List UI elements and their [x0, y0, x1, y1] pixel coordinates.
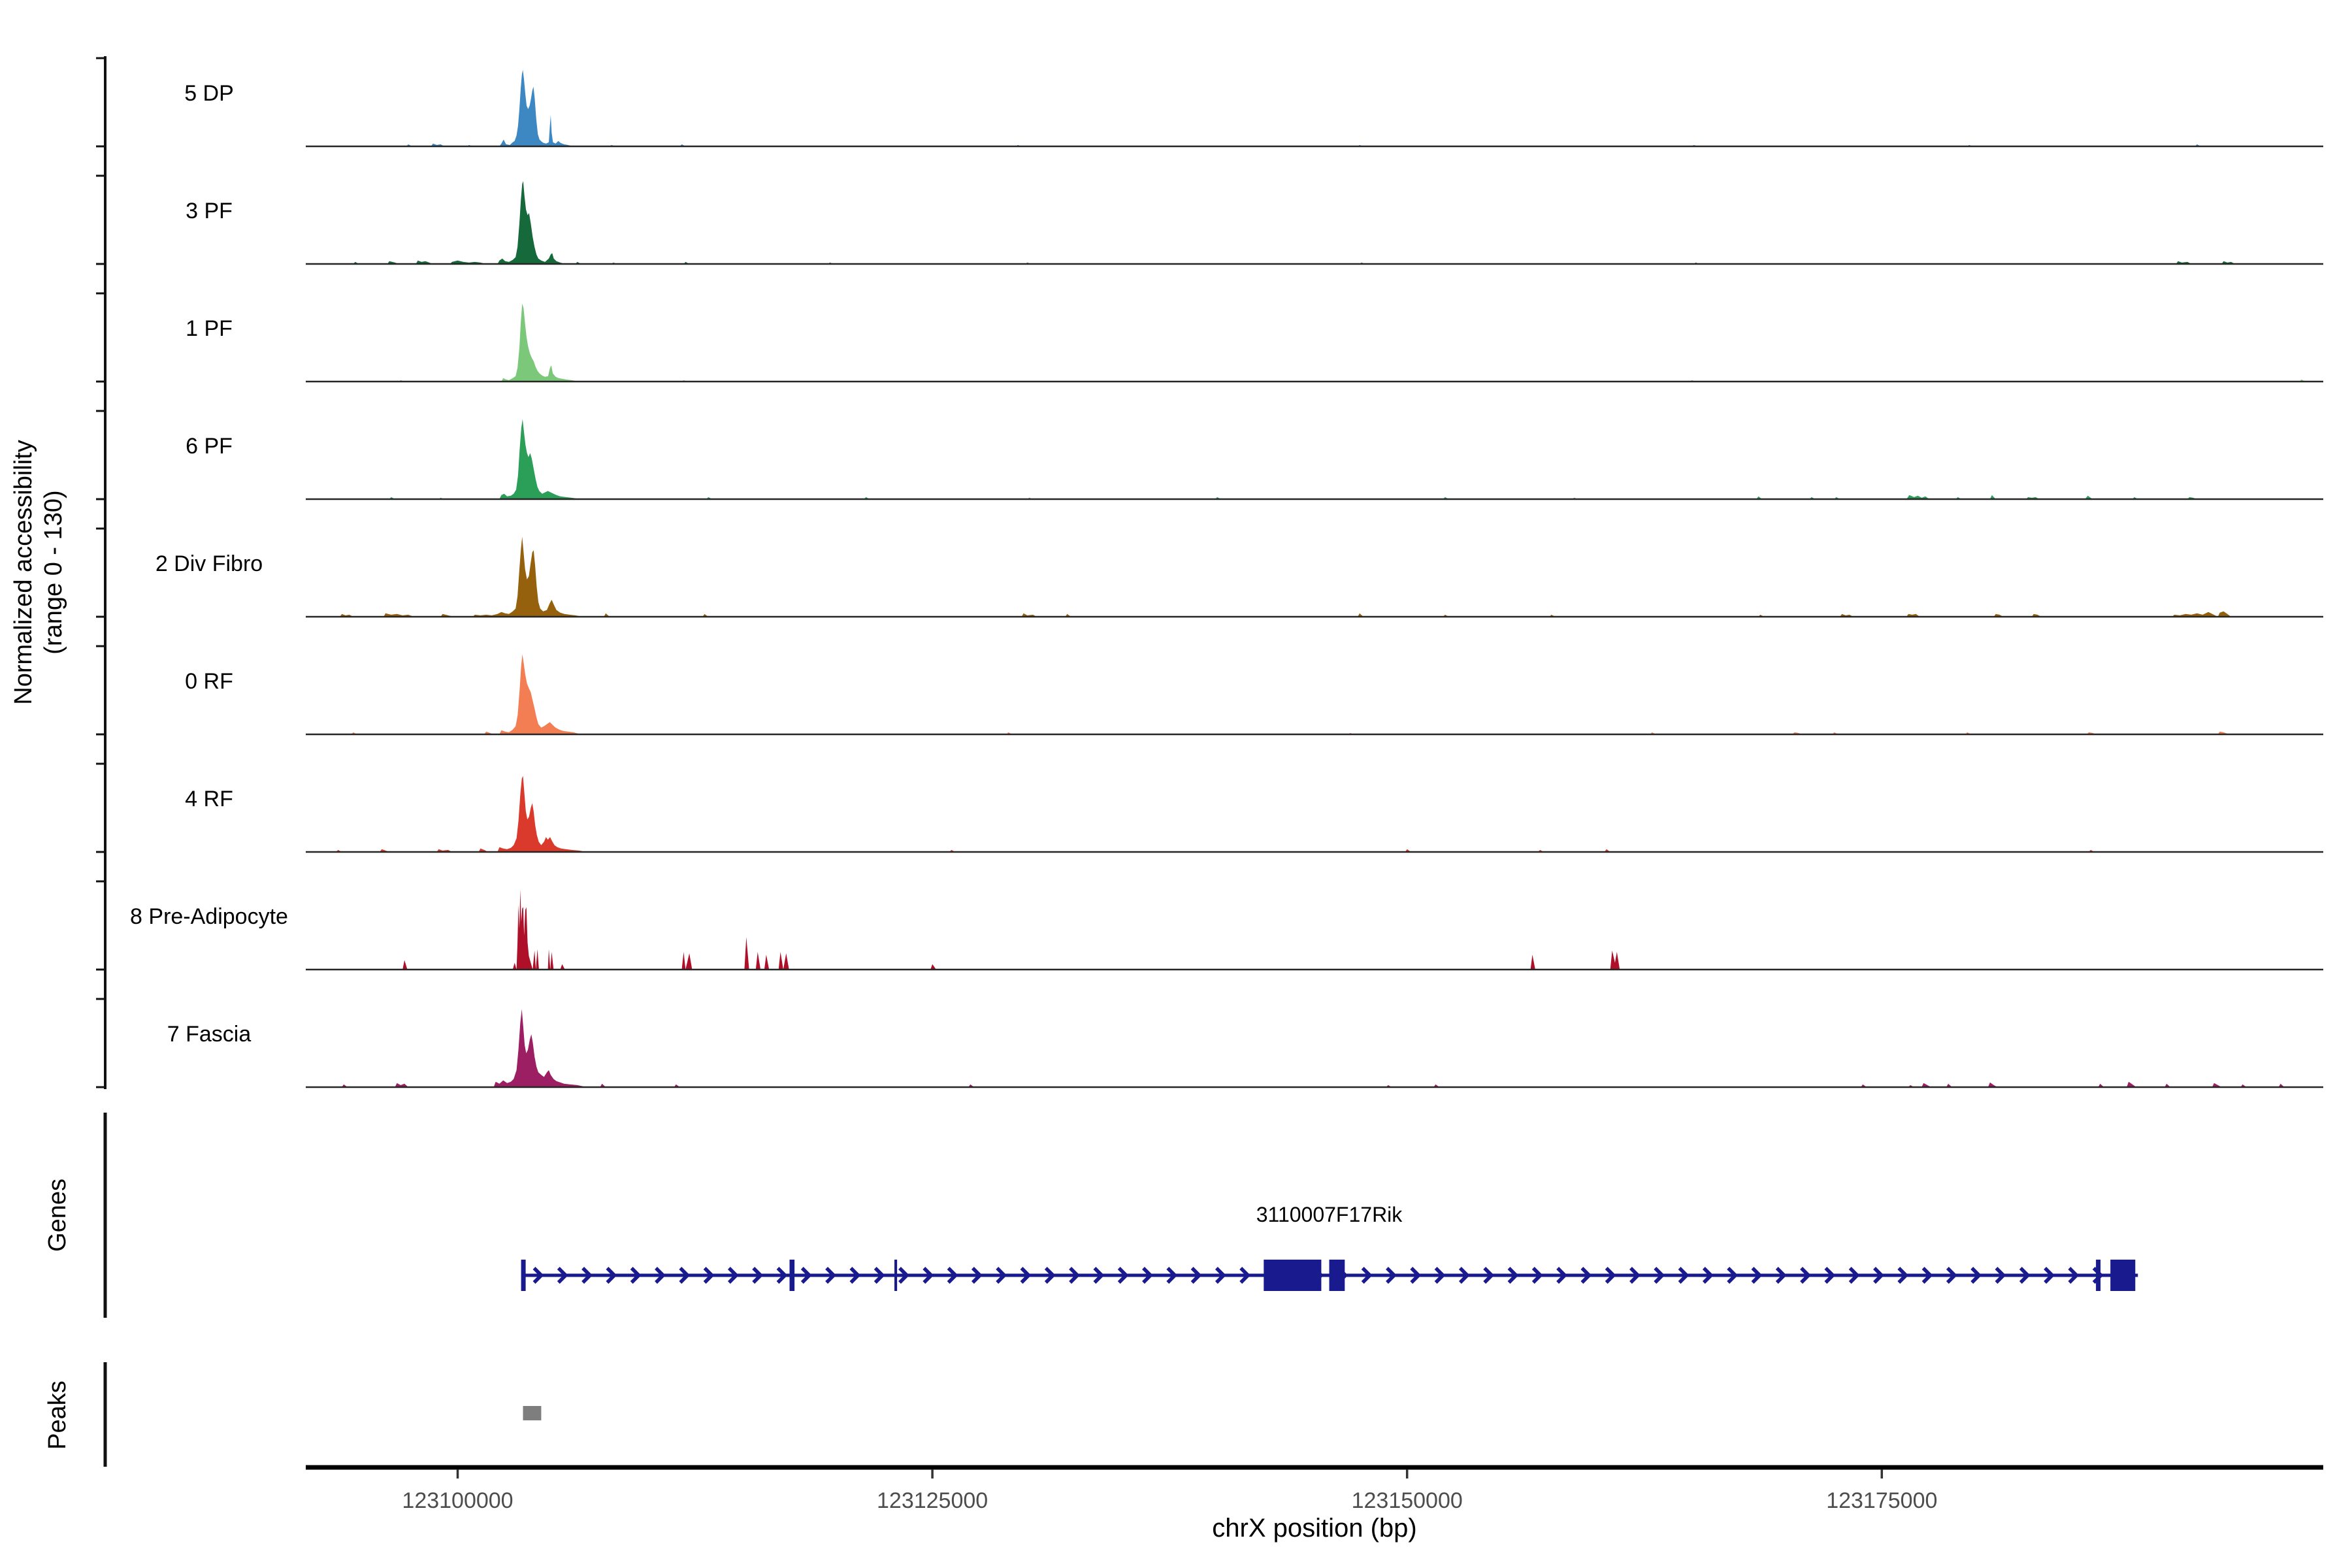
coverage-area-7-fascia — [306, 1009, 2323, 1087]
gene-model-layer — [521, 1260, 2138, 1291]
gene-exon-box — [1330, 1260, 1345, 1291]
coverage-area-1-pf — [306, 304, 2323, 382]
coverage-area-8-pre-adipocyte — [306, 890, 2323, 970]
y-axis-title-line1: Normalized accessibility — [10, 440, 37, 704]
gene-exon-tick — [790, 1260, 795, 1291]
peaks-layer — [523, 1406, 542, 1420]
track-label-4-rf: 4 RF — [185, 787, 233, 811]
gene-name-label: 3110007F17Rik — [1256, 1203, 1403, 1226]
coverage-area-5-dp — [306, 70, 2323, 146]
coverage-area-6-pf — [306, 419, 2323, 500]
coverage-area-0-rf — [306, 655, 2323, 735]
track-label-1-pf: 1 PF — [186, 316, 233, 341]
coverage-area-2-div-fibro — [306, 537, 2323, 617]
gene-exon-tick — [521, 1260, 526, 1291]
x-tick-label: 123150000 — [1352, 1488, 1463, 1513]
track-label-2-div-fibro: 2 Div Fibro — [155, 551, 263, 576]
x-tick-label: 123100000 — [402, 1488, 513, 1513]
coverage-area-3-pf — [306, 181, 2323, 264]
coverage-plot: 5 DP 3 PF 1 PF 6 PF 2 Div Fibro 0 RF 4 RF 8 Pre… — [0, 0, 2352, 1568]
coverage-area-4-rf — [306, 776, 2323, 852]
track-label-5-dp: 5 DP — [184, 81, 234, 106]
y-axis-layer — [96, 56, 105, 1089]
x-tick-label: 123125000 — [877, 1488, 988, 1513]
accessibility-tracks-layer: 5 DP 3 PF 1 PF 6 PF 2 Div Fibro 0 RF 4 RF 8 Pre… — [130, 70, 2323, 1087]
track-label-0-rf: 0 RF — [185, 669, 233, 694]
gene-exon-box — [2110, 1260, 2135, 1291]
x-tick-label: 123175000 — [1826, 1488, 1937, 1513]
track-label-6-pf: 6 PF — [186, 434, 233, 459]
peak-region — [523, 1406, 542, 1420]
x-axis-layer: 123100000 123125000 123150000 123175000 — [306, 1467, 2323, 1513]
track-label-8-pre-adipocyte: 8 Pre-Adipocyte — [130, 904, 288, 929]
gene-exon-tick — [894, 1260, 897, 1291]
genes-section-label: Genes — [44, 1179, 71, 1252]
track-label-7-fascia: 7 Fascia — [167, 1022, 252, 1047]
gene-exon-tick — [2096, 1260, 2100, 1291]
y-axis-title-line2: (range 0 - 130) — [40, 490, 67, 654]
gene-exon-box — [1264, 1260, 1321, 1291]
track-label-3-pf: 3 PF — [186, 199, 233, 223]
peaks-section-label: Peaks — [44, 1380, 71, 1450]
x-axis-title: chrX position (bp) — [1212, 1514, 1416, 1543]
